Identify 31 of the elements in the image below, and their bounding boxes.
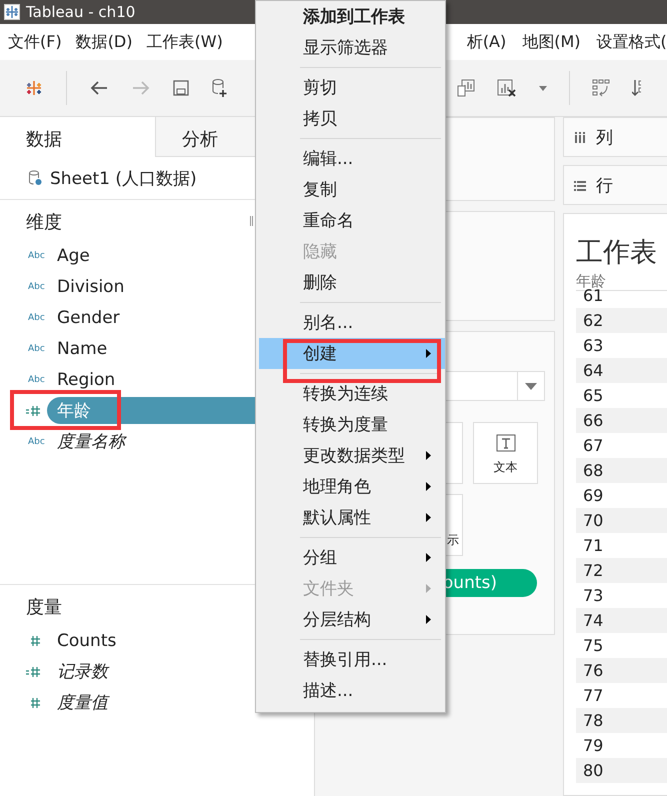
string-type-icon: Abc: [0, 344, 57, 354]
table-cell-text: 63: [582, 335, 604, 357]
string-type-icon: Abc: [0, 250, 57, 260]
table-cell: 74: [576, 608, 667, 633]
string-type-icon: Abc: [0, 374, 57, 384]
section-heading: 维度: [26, 211, 62, 234]
table-cell-text: 79: [582, 735, 604, 757]
table-cell-text: 65: [582, 385, 604, 407]
string-type-icon: Abc: [0, 282, 57, 292]
table-cell: 68: [576, 458, 667, 483]
table-cell: 80: [576, 758, 667, 783]
table-cell-text: 71: [582, 535, 604, 557]
worksheet-title: 工作表: [576, 236, 658, 270]
table-cell-text: 75: [582, 635, 604, 657]
table-cell-text: 77: [582, 685, 604, 707]
section-heading: 度量: [26, 596, 62, 619]
table-cell: 72: [576, 558, 667, 583]
table-cell-text: 73: [582, 585, 604, 607]
shelf-label: 行: [596, 174, 613, 196]
table-cell-text: 69: [582, 485, 604, 507]
table-cell: 66: [576, 408, 667, 433]
shelf-label: 列: [596, 126, 613, 148]
table-cell: 64: [576, 358, 667, 383]
table-cell: 78: [576, 708, 667, 733]
string-type-icon: Abc: [0, 436, 57, 446]
window-title: Tableau - ch10: [26, 3, 136, 21]
string-type-icon: Abc: [0, 312, 57, 322]
table-cell-text: 67: [582, 435, 604, 457]
table-cell: 76: [576, 658, 667, 683]
table-cell: 70: [576, 508, 667, 533]
table-cell: 62: [576, 308, 667, 333]
